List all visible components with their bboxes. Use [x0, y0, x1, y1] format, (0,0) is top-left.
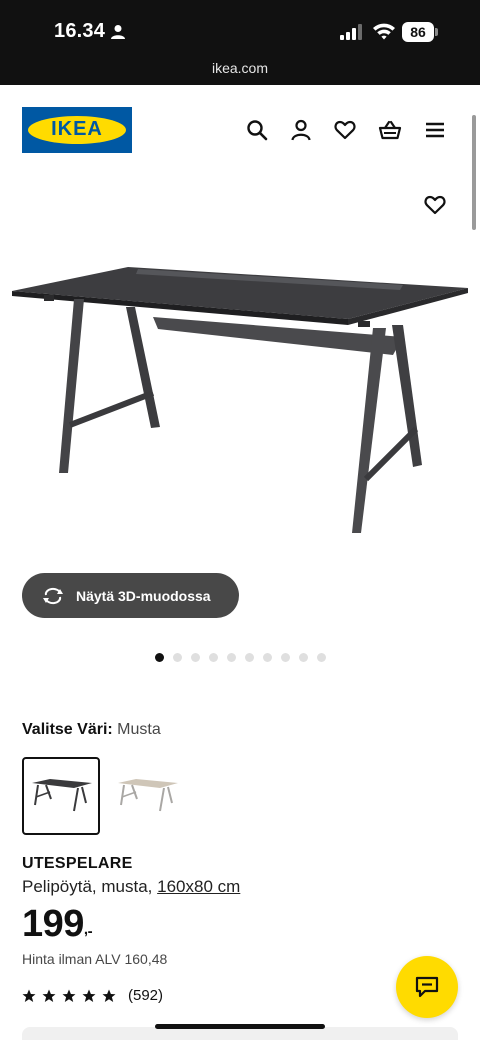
product-description: Pelipöytä, musta, 160x80 cm — [22, 877, 240, 897]
gallery-dot[interactable] — [317, 653, 326, 662]
price-excl-vat: Hinta ilman ALV 160,48 — [22, 951, 168, 967]
selected-color: Musta — [117, 721, 161, 738]
beige-desk-thumbnail — [118, 779, 178, 812]
color-selector-heading: Valitse Väri: Musta — [22, 721, 161, 739]
price-comma: , — [83, 921, 88, 938]
wifi-icon — [373, 23, 395, 40]
site-header: IKEA — [0, 85, 480, 180]
account-icon[interactable] — [290, 119, 312, 141]
view-3d-button[interactable]: Näytä 3D-muodossa — [22, 573, 239, 618]
gallery-dot[interactable] — [227, 653, 236, 662]
rating[interactable]: (592) — [22, 987, 163, 1004]
product-name: UTESPELARE — [22, 855, 133, 872]
review-count[interactable]: (592) — [128, 987, 163, 1004]
view-3d-label: Näytä 3D-muodossa — [76, 587, 211, 604]
search-icon[interactable] — [246, 119, 268, 141]
battery-level: 86 — [402, 22, 434, 42]
product-type: Pelipöytä, musta, — [22, 877, 153, 896]
gallery-dot[interactable] — [245, 653, 254, 662]
rating-stars — [22, 989, 122, 1003]
gallery-dot[interactable] — [209, 653, 218, 662]
chat-button[interactable] — [396, 956, 458, 1018]
gallery-dot[interactable] — [155, 653, 164, 662]
color-label: Valitse Väri: — [22, 721, 113, 738]
price-integer: 199 — [22, 903, 84, 945]
star-icon — [102, 989, 116, 1002]
home-indicator[interactable] — [155, 1024, 325, 1029]
add-to-favourites-heart-icon[interactable] — [424, 194, 446, 216]
star-icon — [82, 989, 96, 1002]
menu-icon[interactable] — [424, 119, 446, 141]
browser-chrome: 16.34 86 ikea.com — [0, 0, 480, 85]
star-icon — [42, 989, 56, 1002]
status-time: 16.34 — [54, 20, 106, 42]
gallery-dot[interactable] — [299, 653, 308, 662]
battery-indicator: 86 — [402, 22, 438, 42]
gallery-pagination[interactable] — [155, 653, 326, 663]
gallery-dot[interactable] — [281, 653, 290, 662]
rotate-3d-icon — [43, 587, 63, 604]
black-desk-thumbnail — [32, 779, 92, 812]
gallery-dot[interactable] — [173, 653, 182, 662]
gallery-dot[interactable] — [191, 653, 200, 662]
address-bar-url[interactable]: ikea.com — [0, 60, 480, 76]
person-icon — [111, 25, 125, 39]
color-swatch-black[interactable] — [22, 757, 100, 835]
battery-tip — [435, 28, 438, 36]
gallery-dot[interactable] — [263, 653, 272, 662]
star-icon — [62, 989, 76, 1002]
price-dash: - — [87, 923, 93, 940]
product-image[interactable] — [8, 255, 472, 545]
chat-icon — [415, 976, 439, 998]
basket-icon[interactable] — [378, 119, 402, 141]
favourites-icon[interactable] — [334, 119, 356, 141]
color-swatch-beige[interactable] — [108, 757, 186, 835]
size-link[interactable]: 160x80 cm — [157, 877, 240, 896]
ikea-logo[interactable]: IKEA — [22, 107, 132, 153]
product-price: 199,- — [22, 903, 93, 946]
page-scrollbar[interactable] — [472, 115, 476, 230]
star-icon — [22, 989, 36, 1002]
cellular-signal-icon — [340, 24, 362, 40]
logo-text: IKEA — [51, 118, 103, 140]
